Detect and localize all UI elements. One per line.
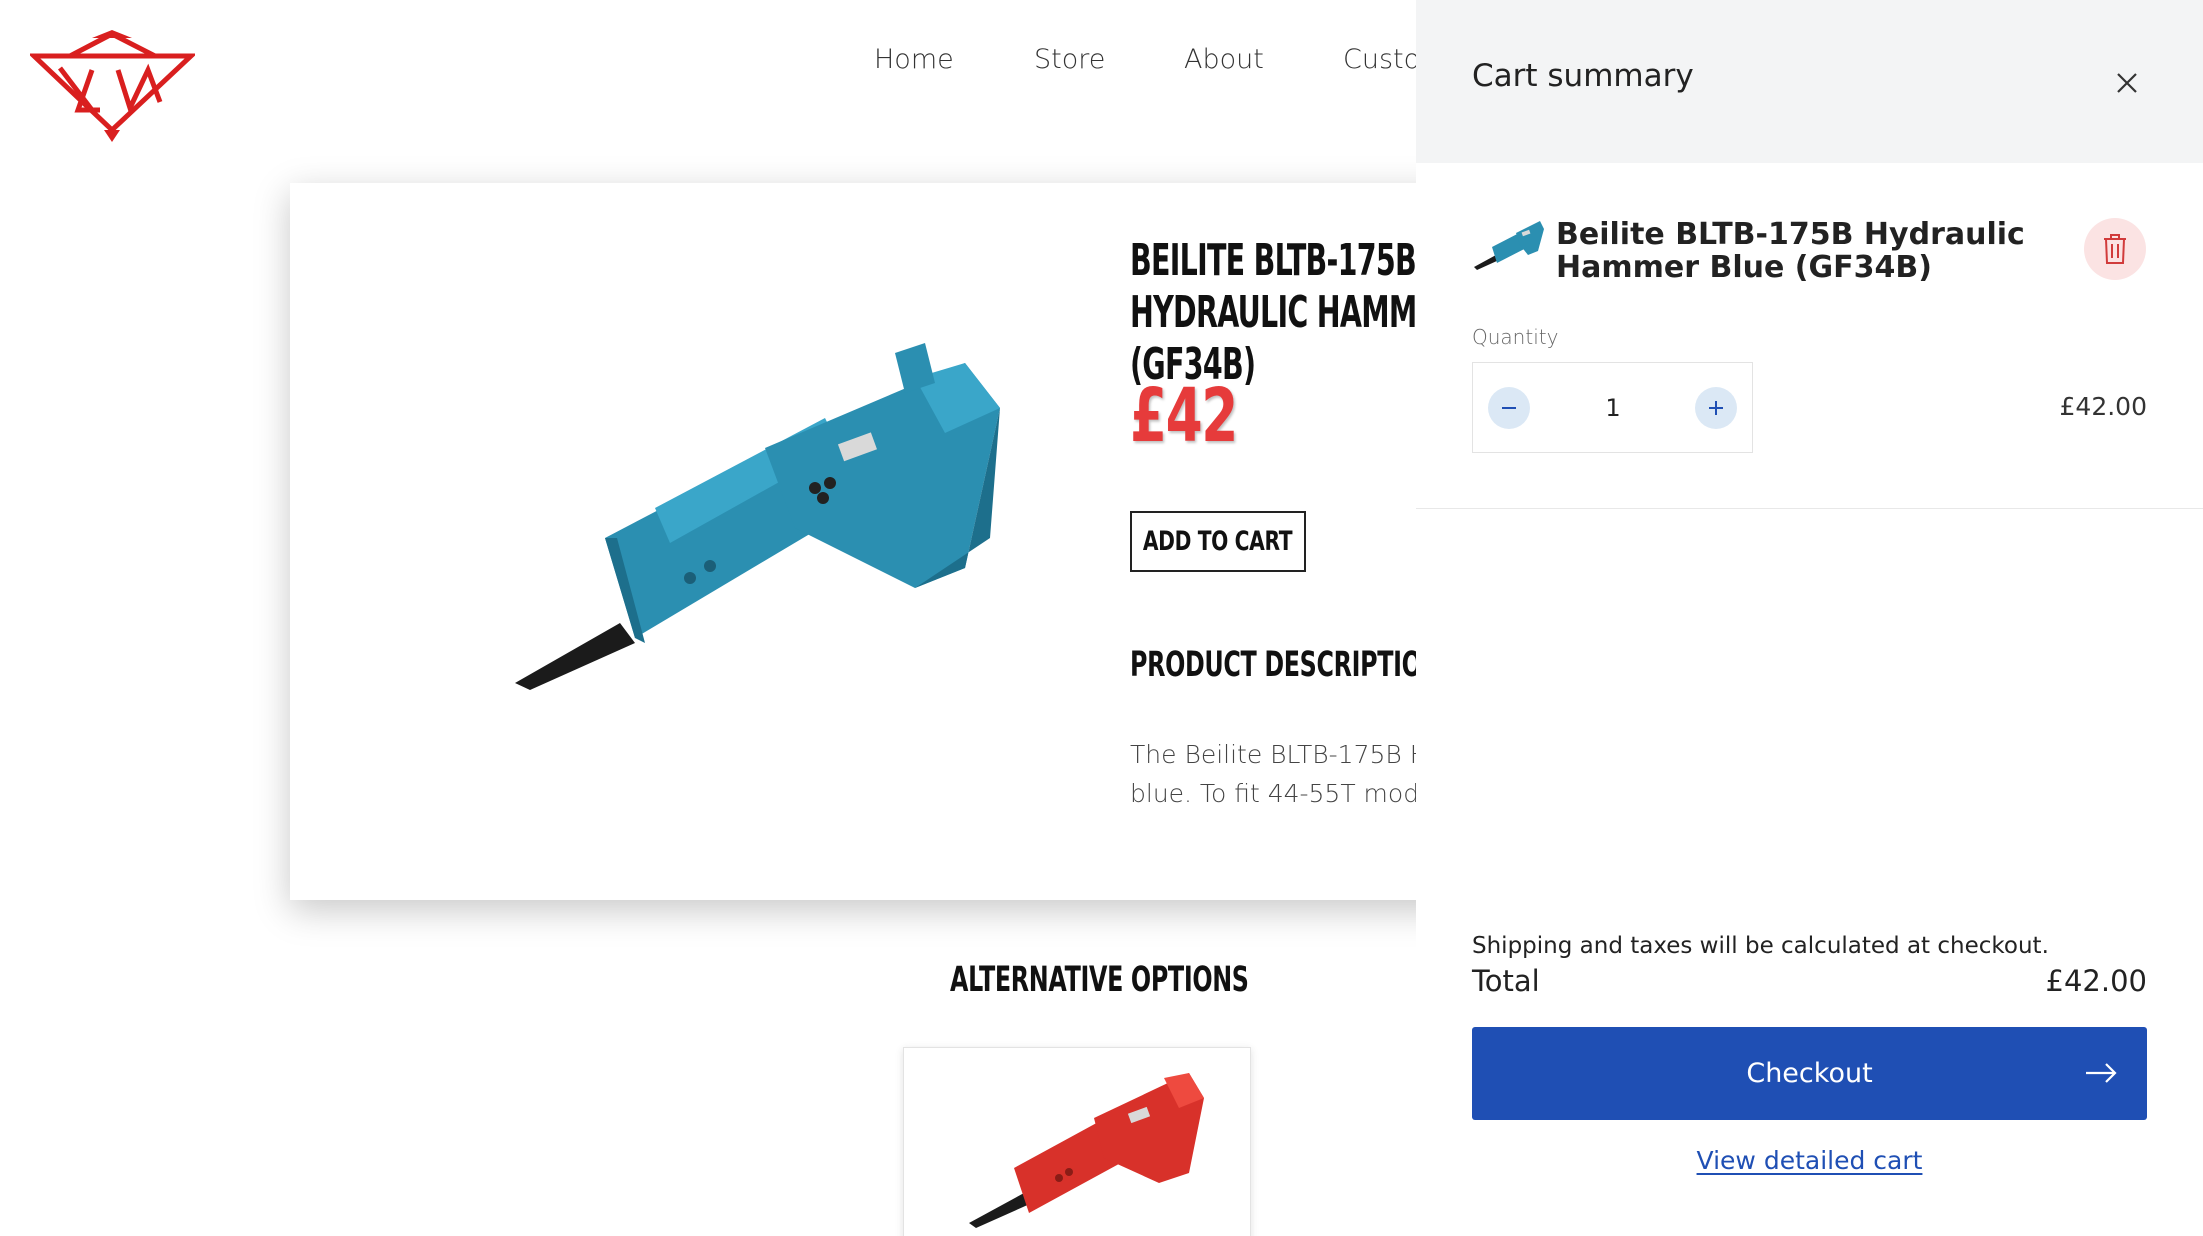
add-to-cart-button[interactable]: ADD TO CART: [1130, 511, 1306, 572]
add-to-cart-label: ADD TO CART: [1143, 526, 1293, 557]
plus-icon: [1709, 401, 1723, 415]
total-label: Total: [1472, 964, 1540, 998]
quantity-label: Quantity: [1472, 325, 1559, 349]
decrease-quantity-button[interactable]: [1488, 387, 1530, 429]
quantity-stepper: 1: [1472, 362, 1753, 453]
alternative-product-card[interactable]: [903, 1047, 1251, 1236]
alternatives-heading: ALTERNATIVE OPTIONS: [950, 960, 1249, 1000]
total-value: £42.00: [2045, 964, 2147, 998]
cart-item-price: £42.00: [2059, 392, 2147, 421]
trash-icon: [2104, 234, 2126, 264]
increase-quantity-button[interactable]: [1695, 387, 1737, 429]
minus-icon: [1502, 407, 1516, 409]
nav-about[interactable]: About: [1184, 44, 1264, 75]
view-cart-container: View detailed cart: [1416, 1146, 2203, 1175]
view-detailed-cart-link[interactable]: View detailed cart: [1697, 1146, 1923, 1175]
cart-drawer: Cart summary Beilite BLTB-175B Hydraulic…: [1416, 0, 2203, 1236]
shipping-note: Shipping and taxes will be calculated at…: [1472, 933, 2049, 959]
product-image: [515, 343, 1000, 690]
checkout-label: Checkout: [1746, 1058, 1873, 1089]
alternative-product-image: [969, 1073, 1204, 1228]
cart-item-thumbnail: [1474, 221, 1544, 270]
nav-custom[interactable]: Custom: [1343, 44, 1416, 75]
product-description: The Beilite BLTB-175B Hydraulic Hammer i…: [1130, 740, 1416, 808]
nav-home[interactable]: Home: [874, 44, 954, 75]
close-cart-button[interactable]: [2104, 60, 2150, 106]
cart-title: Cart summary: [1472, 58, 1694, 94]
product-title: BEILITE BLTB-175B Hydraulic Hammer Blue …: [1130, 235, 1416, 390]
nav-store[interactable]: Store: [1034, 44, 1105, 75]
description-heading: PRODUCT DESCRIPTION: [1130, 645, 1416, 685]
cart-header: Cart summary: [1416, 0, 2203, 163]
checkout-button[interactable]: Checkout: [1472, 1027, 2147, 1120]
product-card: BEILITE BLTB-175B Hydraulic Hammer Blue …: [290, 183, 1416, 900]
quantity-value[interactable]: 1: [1563, 363, 1663, 454]
close-icon: [2117, 73, 2137, 93]
product-price: £42: [1130, 373, 1238, 459]
remove-item-button[interactable]: [2084, 218, 2146, 280]
cart-divider: [1416, 508, 2203, 509]
arrow-right-icon: [2086, 1063, 2117, 1083]
product-page: Home Store About Custom BEILITE BLTB-175…: [0, 0, 1416, 1236]
cart-item-name[interactable]: Beilite BLTB-175B Hydraulic Hammer Blue …: [1556, 218, 2056, 284]
main-nav: Home Store About Custom: [0, 44, 1416, 84]
